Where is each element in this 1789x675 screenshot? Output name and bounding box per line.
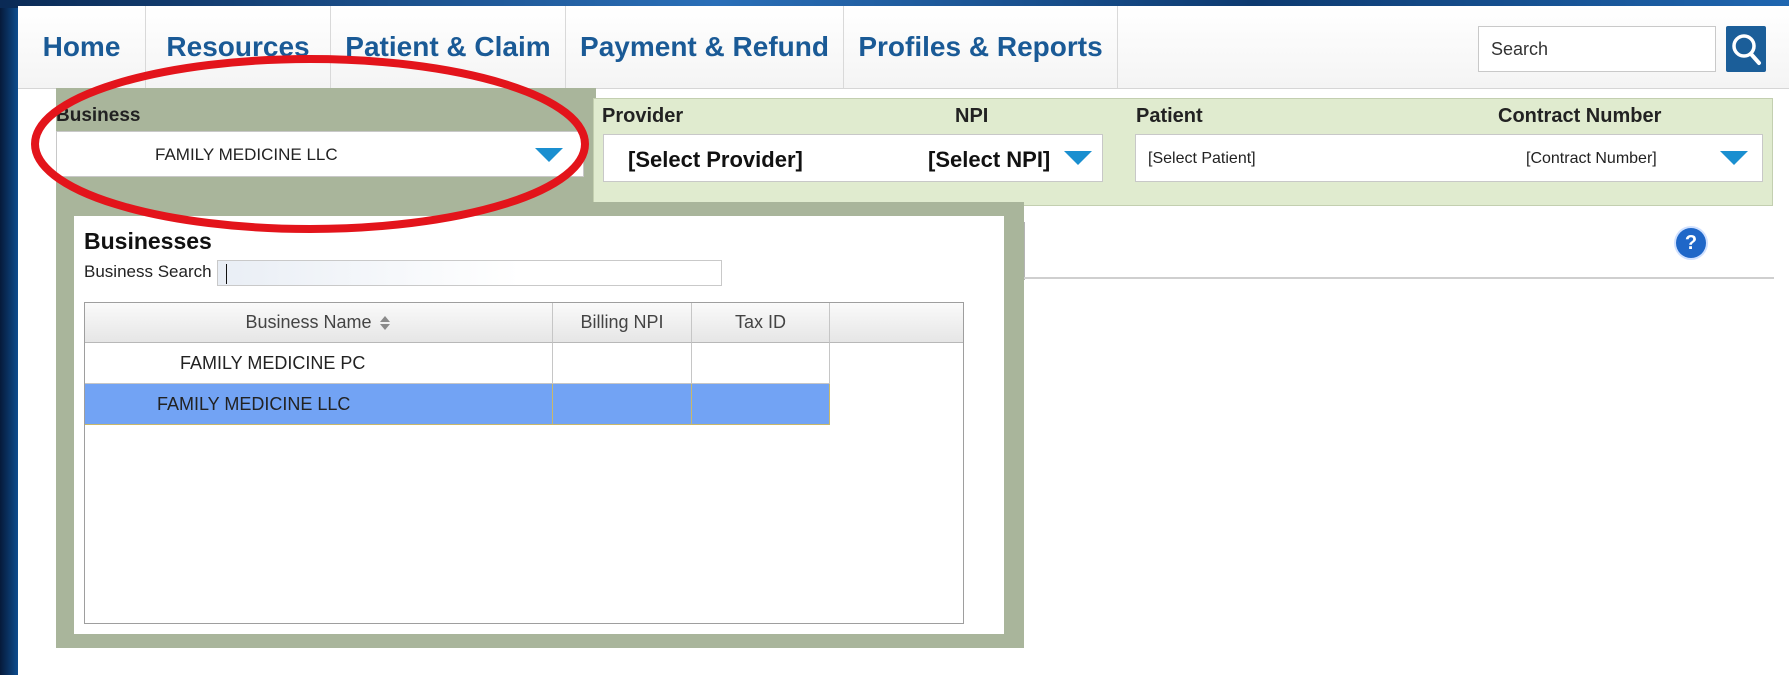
provider-npi-dropdown[interactable]: [Select Provider] [Select NPI] (603, 134, 1103, 182)
column-billing-npi[interactable]: Billing NPI (553, 303, 692, 343)
business-name-cell: FAMILY MEDICINE LLC (85, 384, 553, 425)
billing-npi-cell (553, 384, 692, 425)
question-icon[interactable]: ? (1676, 228, 1706, 258)
business-search-label: Business Search (84, 262, 212, 281)
businesses-table: Business Name Billing NPI Tax ID FAMILY … (84, 302, 964, 624)
contract-dropdown-value: [Contract Number] (1526, 150, 1657, 167)
tab-divider (1024, 277, 1774, 279)
column-header-label: Business Name (245, 312, 372, 332)
caret-down-icon (1064, 151, 1092, 165)
contract-number-label: Contract Number (1498, 105, 1662, 127)
tax-id-cell (692, 384, 830, 425)
nav-profiles-reports[interactable]: Profiles & Reports (844, 6, 1118, 88)
npi-label: NPI (955, 105, 989, 127)
text-cursor (226, 264, 227, 284)
business-search-input[interactable] (217, 260, 722, 286)
provider-label: Provider (602, 105, 684, 127)
sort-icon (379, 315, 390, 330)
column-tax-id[interactable]: Tax ID (692, 303, 830, 343)
caret-down-icon (1720, 151, 1748, 165)
patient-dropdown-value: [Select Patient] (1148, 150, 1256, 167)
provider-dropdown-value: [Select Provider] (628, 147, 803, 172)
column-business-name[interactable]: Business Name (85, 303, 553, 343)
annotation-ellipse (31, 55, 589, 233)
search-icon (1732, 34, 1761, 65)
column-spacer (830, 303, 963, 343)
patient-contract-dropdown[interactable]: [Select Patient] [Contract Number] (1135, 134, 1763, 182)
npi-dropdown-value: [Select NPI] (928, 147, 1051, 172)
search-input[interactable] (1478, 26, 1716, 72)
search-button[interactable] (1726, 26, 1766, 72)
page: Home Resources Patient & Claim Payment &… (18, 6, 1789, 675)
patient-label: Patient (1136, 105, 1203, 127)
business-name-cell: FAMILY MEDICINE PC (85, 343, 553, 384)
tax-id-cell (692, 343, 830, 384)
nav-payment-refund[interactable]: Payment & Refund (566, 6, 844, 88)
billing-npi-cell (553, 343, 692, 384)
